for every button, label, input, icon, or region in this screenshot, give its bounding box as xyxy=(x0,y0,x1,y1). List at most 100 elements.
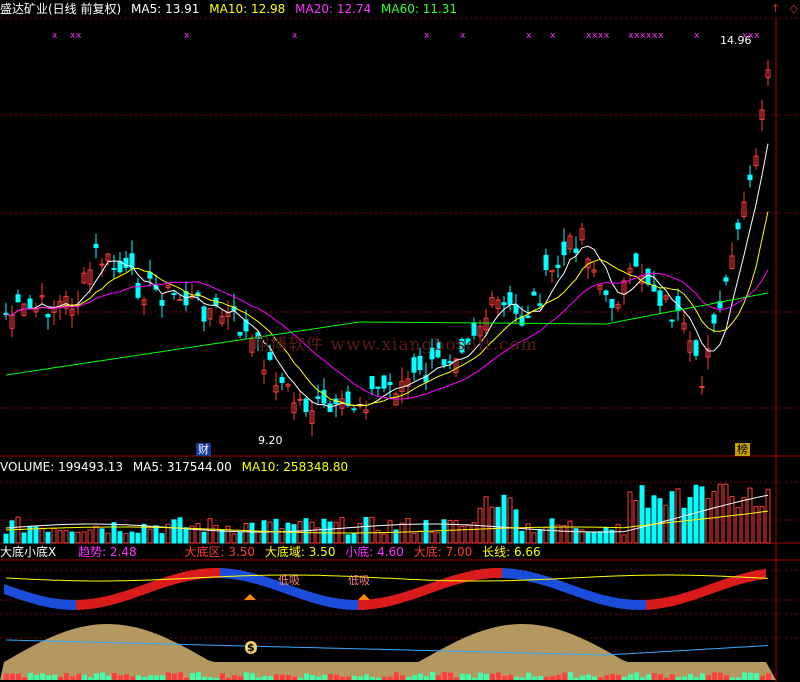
candle-body xyxy=(543,254,549,271)
trend-ribbon xyxy=(496,568,502,579)
candle-body xyxy=(117,260,123,273)
candle-body xyxy=(387,382,393,386)
volume-bar xyxy=(699,486,705,544)
volume-bar xyxy=(723,483,729,544)
bottom-bar xyxy=(124,674,129,680)
trend-ribbon xyxy=(502,568,508,579)
trend-ribbon xyxy=(442,577,448,590)
dixi-label-1: 低吸 xyxy=(278,574,300,587)
trend-ribbon xyxy=(616,597,622,609)
bottom-bar xyxy=(64,672,69,680)
bottom-bar xyxy=(106,675,111,680)
trend-ribbon xyxy=(124,589,130,602)
volume-bar xyxy=(459,526,465,544)
trend-ribbon xyxy=(262,575,268,588)
volume-bar xyxy=(651,495,657,544)
volume-bar xyxy=(147,528,153,544)
trend-ribbon xyxy=(532,572,538,584)
bottom-bar xyxy=(688,673,693,680)
low-price-label: 9.20 xyxy=(258,434,283,447)
trend-ribbon xyxy=(364,599,370,610)
volume-bar xyxy=(63,530,69,544)
trend-ribbon xyxy=(592,591,598,604)
volume-bar xyxy=(183,527,189,544)
trend-ribbon xyxy=(46,596,52,609)
bottom-bar xyxy=(592,676,597,680)
dixi-label-2: 低吸 xyxy=(348,574,370,587)
trend-ribbon xyxy=(28,592,34,604)
bottom-bar xyxy=(154,675,159,680)
volume-bar xyxy=(255,531,261,544)
trend-ribbon xyxy=(4,584,10,597)
trend-ribbon xyxy=(610,596,616,608)
volume-bar xyxy=(621,534,627,544)
volume-bar xyxy=(591,532,597,544)
trend-ribbon xyxy=(118,591,124,604)
bottom-bar xyxy=(556,674,561,680)
bottom-bar xyxy=(232,675,237,680)
bottom-bar xyxy=(742,672,747,680)
candle-body xyxy=(177,299,183,302)
volume-bar xyxy=(363,516,369,544)
candle-body xyxy=(315,396,321,399)
finance-tag[interactable]: 财 xyxy=(196,443,211,456)
bottom-bar xyxy=(586,674,591,680)
bottom-bar xyxy=(112,673,117,680)
bottom-bar xyxy=(508,674,513,680)
candle-body xyxy=(201,306,207,322)
trend-ribbon xyxy=(244,570,250,583)
bottom-bar xyxy=(262,676,267,680)
volume-bar xyxy=(501,494,507,544)
bottom-bar xyxy=(454,677,459,680)
trend-ribbon xyxy=(652,598,658,610)
bottom-bar xyxy=(382,676,387,680)
volume-bar xyxy=(45,531,51,544)
volume-bars xyxy=(3,483,771,544)
bottom-bar xyxy=(562,672,567,680)
bottom-bar xyxy=(130,676,135,680)
bottom-bar xyxy=(664,677,669,680)
bottom-bar xyxy=(718,672,723,680)
volume-bar xyxy=(99,528,105,544)
trend-ribbon xyxy=(136,585,142,598)
trend-ribbon xyxy=(328,596,334,608)
volume-bar xyxy=(177,517,183,544)
volume-bar xyxy=(243,523,249,544)
bottom-bar xyxy=(226,677,231,680)
bottom-bar xyxy=(700,673,705,680)
trend-ribbon xyxy=(76,599,82,610)
trend-ribbon xyxy=(622,598,628,610)
trend-ribbon xyxy=(184,570,190,582)
volume-bar xyxy=(399,522,405,544)
bottom-bar xyxy=(250,673,255,680)
candle-body xyxy=(111,268,117,271)
volume-bar xyxy=(273,518,279,544)
volume-bar xyxy=(411,532,417,544)
bottom-bar xyxy=(580,675,585,680)
candle-body xyxy=(525,315,531,318)
rank-tag[interactable]: 榜 xyxy=(735,443,750,456)
bottom-bar xyxy=(340,676,345,680)
bottom-bar xyxy=(604,675,609,680)
signal-marker: x xyxy=(292,31,298,41)
trend-ribbon xyxy=(94,597,100,609)
candle-body xyxy=(747,174,753,181)
bottom-bar xyxy=(634,672,639,680)
volume-bar xyxy=(597,531,603,544)
trend-ribbon xyxy=(166,575,172,587)
bottom-bar xyxy=(70,676,75,680)
trend-ribbon xyxy=(682,591,688,604)
bottom-bar xyxy=(694,677,699,680)
volume-bar xyxy=(39,527,45,544)
volume-bar xyxy=(213,524,219,544)
bottom-bar xyxy=(280,674,285,680)
bottom-bar xyxy=(178,672,183,680)
volume-bar xyxy=(21,532,27,544)
bottom-bar xyxy=(418,673,423,680)
volume-bar xyxy=(237,532,243,544)
bottom-bar xyxy=(286,675,291,680)
candle-body xyxy=(45,314,51,318)
trend-ribbon xyxy=(10,586,16,599)
trend-ribbon xyxy=(340,598,346,610)
volume-bar xyxy=(105,532,111,544)
